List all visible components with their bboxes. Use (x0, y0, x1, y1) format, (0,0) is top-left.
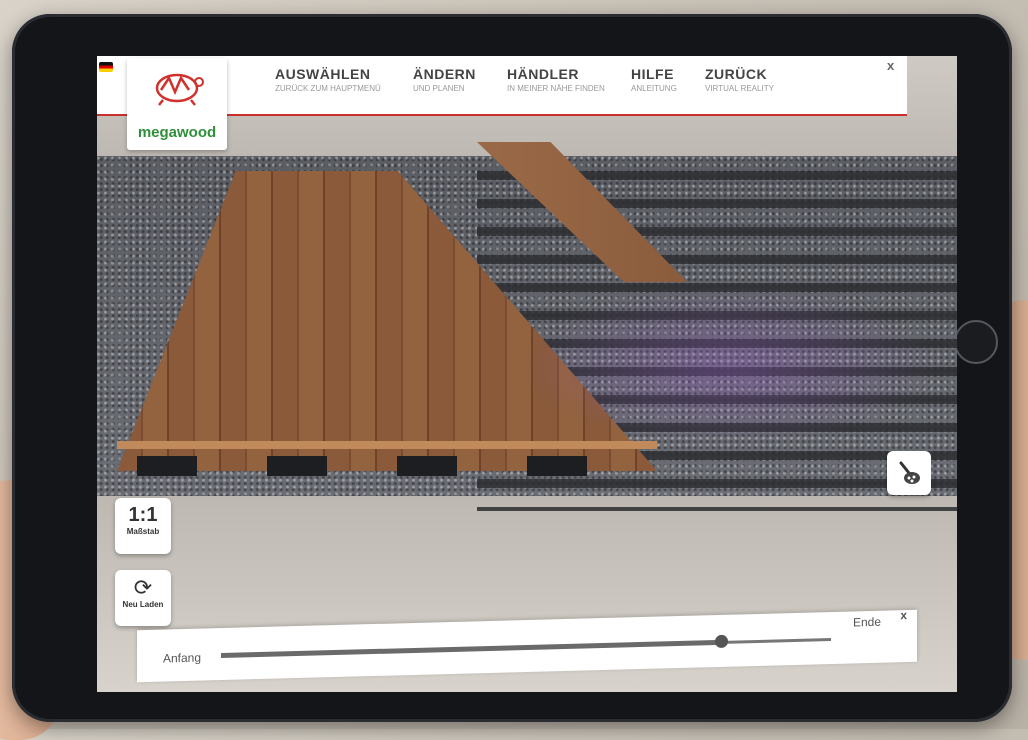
nav-title: HILFE (631, 66, 674, 82)
nav-subtitle: UND PLANEN (413, 84, 465, 93)
reload-label: Neu Laden (122, 600, 164, 609)
top-navigation: megawood AUSWÄHLEN ZURÜCK ZUM HAUPTMENÜ … (97, 56, 907, 150)
nav-aendern[interactable]: ÄNDERN UND PLANEN (413, 66, 476, 93)
close-slider-button[interactable]: x (900, 608, 907, 622)
nav-title: ÄNDERN (413, 66, 476, 82)
slider-start-label: Anfang (163, 650, 202, 666)
ar-screen: megawood AUSWÄHLEN ZURÜCK ZUM HAUPTMENÜ … (97, 56, 957, 692)
paint-tool-button[interactable] (887, 451, 931, 495)
home-button[interactable] (954, 320, 998, 364)
slider-track[interactable] (221, 634, 831, 659)
nav-subtitle: IN MEINER NÄHE FINDEN (507, 84, 605, 93)
scale-button[interactable]: 1:1 Maßstab (115, 498, 171, 554)
reload-button[interactable]: ⟳ Neu Laden (115, 570, 171, 626)
scale-value: 1:1 (128, 504, 158, 526)
nav-title: ZURÜCK (705, 66, 768, 82)
nav-title: AUSWÄHLEN (275, 66, 371, 82)
scale-label: Maßstab (126, 527, 160, 536)
nav-zurueck[interactable]: ZURÜCK VIRTUAL REALITY (705, 66, 774, 93)
brand-logo: megawood (127, 58, 227, 150)
nav-title: HÄNDLER (507, 66, 579, 82)
nav-subtitle: ZURÜCK ZUM HAUPTMENÜ (275, 84, 381, 93)
nav-subtitle: ANLEITUNG (631, 84, 677, 93)
slider-thumb[interactable] (715, 634, 729, 649)
deck-supports (137, 456, 657, 476)
refresh-icon: ⟳ (133, 575, 153, 600)
paint-tool-icon (899, 461, 920, 484)
slider-fill (221, 639, 722, 659)
nav-auswaehlen[interactable]: AUSWÄHLEN ZURÜCK ZUM HAUPTMENÜ (275, 66, 381, 93)
close-nav-button[interactable]: x (887, 58, 894, 73)
brand-name: megawood (137, 124, 217, 141)
slider-end-label: Ende (852, 614, 881, 630)
tablet-device: megawood AUSWÄHLEN ZURÜCK ZUM HAUPTMENÜ … (12, 14, 1012, 722)
nav-hilfe[interactable]: HILFE ANLEITUNG (631, 66, 677, 93)
turtle-logo-icon (155, 73, 204, 106)
screen-glare (517, 286, 937, 446)
nav-subtitle: VIRTUAL REALITY (705, 84, 774, 93)
nav-haendler[interactable]: HÄNDLER IN MEINER NÄHE FINDEN (507, 66, 605, 93)
german-flag-icon[interactable] (99, 62, 113, 72)
